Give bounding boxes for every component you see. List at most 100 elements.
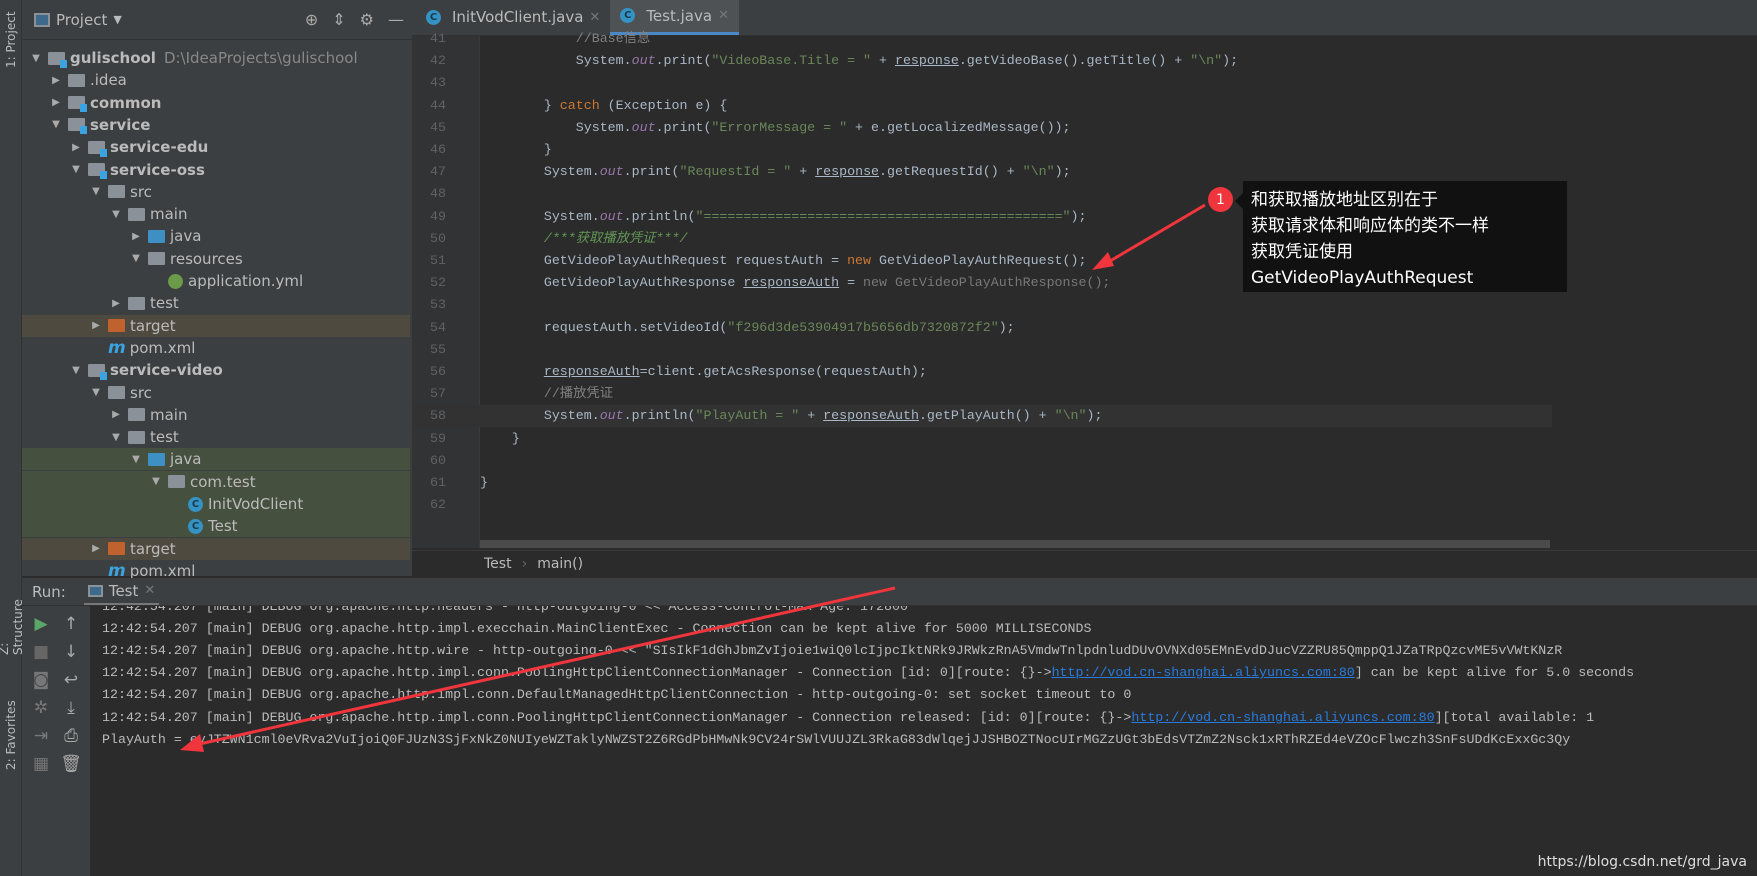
tree-item[interactable]: ▶ main xyxy=(22,404,410,426)
collapse-all-icon[interactable]: ⇕ xyxy=(332,10,345,29)
settings-icon[interactable]: ✲ xyxy=(30,698,52,718)
collapsed-arrow-icon[interactable]: ▶ xyxy=(50,97,62,108)
tree-item[interactable]: ▼ java xyxy=(22,448,410,471)
code-line[interactable]: 44 } catch (Exception e) { xyxy=(412,95,1552,117)
collapsed-arrow-icon[interactable]: ▶ xyxy=(90,320,102,331)
tree-item[interactable]: C InitVodClient xyxy=(22,493,410,515)
expanded-arrow-icon[interactable]: ▼ xyxy=(110,209,122,220)
exit-icon[interactable]: ⇥ xyxy=(30,726,52,746)
code-line[interactable]: 55 xyxy=(412,339,1552,361)
tree-item-label: resources xyxy=(170,249,243,268)
stop-icon[interactable]: ■ xyxy=(30,642,52,662)
rerun-icon[interactable]: ▶ xyxy=(30,614,52,634)
tree-item[interactable]: ▶ java xyxy=(22,225,410,247)
console-link[interactable]: http://vod.cn-shanghai.aliyuncs.com:80 xyxy=(1131,710,1434,725)
expanded-arrow-icon[interactable]: ▼ xyxy=(30,53,42,64)
tree-item[interactable]: application.yml xyxy=(22,270,410,292)
tree-item[interactable]: ▶ common xyxy=(22,92,410,114)
tree-item-label: main xyxy=(150,205,188,224)
arrow-up-icon[interactable]: ↑ xyxy=(60,614,82,634)
collapsed-arrow-icon[interactable]: ▶ xyxy=(110,409,122,420)
code-line[interactable]: 56 responseAuth=client.getAcsResponse(re… xyxy=(412,361,1552,383)
console-output[interactable]: 12:42:54.207 [main] DEBUG org.apache.htt… xyxy=(90,606,1757,876)
scroll-to-end-icon[interactable]: ⤓ xyxy=(60,698,82,718)
code-line[interactable]: 61} xyxy=(412,472,1552,494)
tree-item[interactable]: ▼ gulischool D:\IdeaProjects\gulischool xyxy=(22,47,410,69)
collapsed-arrow-icon[interactable]: ▶ xyxy=(50,75,62,86)
code-text: GetVideoPlayAuthRequest requestAuth = ne… xyxy=(480,253,1087,268)
expanded-arrow-icon[interactable]: ▼ xyxy=(150,476,162,487)
trash-icon[interactable]: 🗑 xyxy=(60,754,82,774)
line-number: 53 xyxy=(430,297,446,313)
print-icon[interactable]: ⎙ xyxy=(60,726,82,746)
expanded-arrow-icon[interactable]: ▼ xyxy=(70,164,82,175)
expanded-arrow-icon[interactable]: ▼ xyxy=(110,432,122,443)
locate-icon[interactable]: ⊕ xyxy=(305,10,318,29)
tree-item[interactable]: m pom.xml xyxy=(22,337,410,359)
code-line[interactable]: 54 requestAuth.setVideoId("f296d3de53904… xyxy=(412,317,1552,339)
code-line[interactable]: 42 System.out.print("VideoBase.Title = "… xyxy=(412,50,1552,72)
code-line[interactable]: 41 //Base信息 xyxy=(412,28,1552,50)
code-line[interactable]: 43 xyxy=(412,72,1552,94)
code-line[interactable]: 60 xyxy=(412,450,1552,472)
gear-icon[interactable]: ⚙ xyxy=(360,10,374,29)
expanded-arrow-icon[interactable]: ▼ xyxy=(70,365,82,376)
expanded-arrow-icon[interactable]: ▼ xyxy=(50,119,62,130)
tree-item[interactable]: ▶ target xyxy=(22,537,410,560)
tree-item[interactable]: C Test xyxy=(22,515,410,538)
code-line[interactable]: 53 xyxy=(412,294,1552,316)
close-icon[interactable]: ✕ xyxy=(589,10,600,25)
code-line[interactable]: 57 //播放凭证 xyxy=(412,383,1552,405)
hide-icon[interactable]: — xyxy=(388,10,404,29)
project-tool-tab[interactable]: 1: Project xyxy=(0,10,22,70)
tree-item-label: src xyxy=(130,182,152,201)
tree-item[interactable]: ▶ target xyxy=(22,314,410,337)
structure-tool-tab[interactable]: Z: Structure xyxy=(0,585,25,655)
breadcrumb-separator-icon: › xyxy=(521,555,528,572)
project-view-selector[interactable]: Project xyxy=(56,11,107,29)
tree-item[interactable]: ▼ main xyxy=(22,203,410,225)
chevron-down-icon[interactable]: ▼ xyxy=(113,13,121,26)
close-icon[interactable]: ✕ xyxy=(718,8,729,23)
tree-item[interactable]: ▼ service xyxy=(22,114,410,136)
code-line[interactable]: 62 xyxy=(412,494,1552,516)
code-text: } xyxy=(480,430,520,446)
tree-item[interactable]: ▼ test xyxy=(22,426,410,448)
layout-icon[interactable]: ▦ xyxy=(30,754,52,774)
code-line[interactable]: 45 System.out.print("ErrorMessage = " + … xyxy=(412,117,1552,139)
arrow-down-icon[interactable]: ↓ xyxy=(60,642,82,662)
close-icon[interactable]: ✕ xyxy=(144,583,155,598)
expanded-arrow-icon[interactable]: ▼ xyxy=(130,454,142,465)
tree-item[interactable]: ▼ com.test xyxy=(22,470,410,493)
soft-wrap-icon[interactable]: ↩ xyxy=(60,670,82,690)
tree-item[interactable]: ▼ service-video xyxy=(22,359,410,381)
horizontal-scrollbar[interactable] xyxy=(480,540,1550,548)
console-link[interactable]: http://vod.cn-shanghai.aliyuncs.com:80 xyxy=(1052,665,1355,680)
expanded-arrow-icon[interactable]: ▼ xyxy=(90,387,102,398)
tree-item[interactable]: ▶ test xyxy=(22,292,410,314)
tree-item[interactable]: ▼ src xyxy=(22,181,410,203)
tree-item[interactable]: ▶ service-edu xyxy=(22,136,410,158)
collapsed-arrow-icon[interactable]: ▶ xyxy=(130,231,142,242)
collapsed-arrow-icon[interactable]: ▶ xyxy=(70,142,82,153)
code-line[interactable]: 58 System.out.println("PlayAuth = " + re… xyxy=(412,405,1552,428)
tree-item[interactable]: ▼ resources xyxy=(22,248,410,270)
code-line[interactable]: 46 } xyxy=(412,139,1552,161)
code-line[interactable]: 47 System.out.print("RequestId = " + res… xyxy=(412,161,1552,183)
tree-item[interactable]: ▶ .idea xyxy=(22,69,410,91)
tree-item[interactable]: ▼ src xyxy=(22,382,410,404)
console-line: 12:42:54.207 [main] DEBUG org.apache.htt… xyxy=(102,643,1563,659)
code-line[interactable]: 59 } xyxy=(412,428,1552,450)
tree-item[interactable]: ▼ service-oss xyxy=(22,159,410,181)
run-tab-test[interactable]: Test ✕ xyxy=(83,579,160,605)
camera-icon[interactable]: ◙ xyxy=(30,670,52,690)
breadcrumb-method[interactable]: main() xyxy=(537,556,583,572)
expanded-arrow-icon[interactable]: ▼ xyxy=(130,253,142,264)
console-line: 12:42:54.207 [main] DEBUG org.apache.htt… xyxy=(102,606,908,614)
breadcrumb-class[interactable]: Test xyxy=(484,556,512,572)
expanded-arrow-icon[interactable]: ▼ xyxy=(90,186,102,197)
tree-item-label: application.yml xyxy=(188,272,304,290)
collapsed-arrow-icon[interactable]: ▶ xyxy=(110,298,122,309)
collapsed-arrow-icon[interactable]: ▶ xyxy=(90,543,102,554)
favorites-tool-tab[interactable]: 2: Favorites xyxy=(0,695,22,775)
